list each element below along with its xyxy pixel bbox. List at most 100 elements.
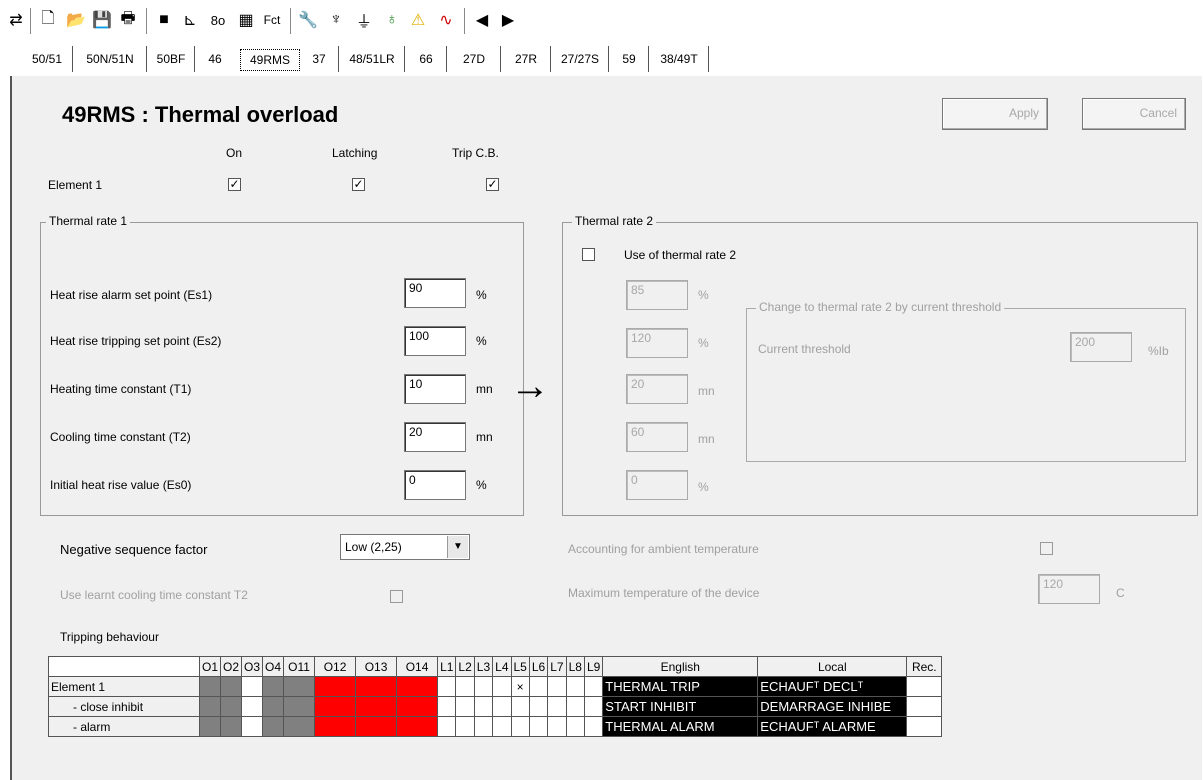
- learnt-t2-checkbox[interactable]: [390, 590, 403, 603]
- cell[interactable]: [510, 696, 530, 717]
- cell[interactable]: [283, 676, 316, 697]
- waveform-icon[interactable]: ∿: [434, 8, 458, 32]
- fct-icon[interactable]: Fct: [260, 8, 284, 32]
- cell[interactable]: [492, 716, 512, 737]
- rate2-es1-input[interactable]: 85: [626, 280, 688, 310]
- tab-46[interactable]: 46: [196, 46, 234, 72]
- curve-icon[interactable]: ⊾: [178, 8, 202, 32]
- cell[interactable]: [355, 696, 398, 717]
- cell[interactable]: [492, 696, 512, 717]
- cell[interactable]: [473, 676, 494, 697]
- print-icon[interactable]: 🖶: [116, 8, 140, 32]
- tab-50bf[interactable]: 50BF: [148, 46, 195, 72]
- cell[interactable]: [262, 676, 285, 697]
- rate2-t1-input[interactable]: 20: [626, 374, 688, 404]
- tab-49rms[interactable]: 49RMS: [240, 49, 300, 71]
- cell[interactable]: [437, 676, 457, 697]
- cell[interactable]: [565, 696, 585, 717]
- cell[interactable]: [220, 676, 243, 697]
- cell[interactable]: [473, 716, 494, 737]
- apply-button[interactable]: Apply: [942, 98, 1048, 130]
- cell[interactable]: [492, 676, 512, 697]
- rate2-t2-input[interactable]: 60: [626, 422, 688, 452]
- cell[interactable]: [198, 696, 222, 717]
- cell[interactable]: [455, 696, 475, 717]
- cell[interactable]: [473, 696, 494, 717]
- tab-27d[interactable]: 27D: [448, 46, 501, 72]
- cell[interactable]: [455, 716, 475, 737]
- cell[interactable]: [355, 676, 398, 697]
- cell[interactable]: [455, 676, 475, 697]
- cell[interactable]: [241, 696, 264, 717]
- local-message[interactable]: ECHAUFᵀ DECLᵀ: [757, 676, 908, 697]
- matrix-icon[interactable]: ▦: [234, 8, 258, 32]
- cell[interactable]: [283, 716, 316, 737]
- english-message[interactable]: START INHIBIT: [602, 696, 759, 717]
- local-message[interactable]: ECHAUFᵀ ALARME: [757, 716, 908, 737]
- cell[interactable]: [262, 696, 285, 717]
- tab-37[interactable]: 37: [300, 46, 339, 72]
- next-icon[interactable]: ▶: [496, 8, 520, 32]
- cell[interactable]: [396, 696, 439, 717]
- trip-cb-checkbox[interactable]: ✓: [486, 178, 499, 191]
- rec-cell[interactable]: [906, 676, 943, 697]
- cell[interactable]: [437, 696, 457, 717]
- cell[interactable]: [437, 716, 457, 737]
- cell-l5[interactable]: ×: [510, 676, 530, 697]
- cell[interactable]: [241, 716, 264, 737]
- cell[interactable]: [198, 716, 222, 737]
- english-message[interactable]: THERMAL TRIP: [602, 676, 759, 697]
- english-message[interactable]: THERMAL ALARM: [602, 716, 759, 737]
- cell[interactable]: [547, 696, 567, 717]
- cell[interactable]: [262, 716, 285, 737]
- cell[interactable]: [528, 696, 549, 717]
- tab-50n-51n[interactable]: 50N/51N: [74, 46, 147, 72]
- tab-50-51[interactable]: 50/51: [22, 46, 73, 72]
- cell[interactable]: [314, 716, 357, 737]
- cell[interactable]: [396, 716, 439, 737]
- t2-input[interactable]: 20: [404, 422, 466, 452]
- cell[interactable]: [528, 716, 549, 737]
- stethoscope-icon[interactable]: ♁: [380, 8, 404, 32]
- use-rate-2-checkbox[interactable]: [582, 248, 595, 261]
- cell[interactable]: [220, 696, 243, 717]
- rec-cell[interactable]: [906, 696, 943, 717]
- open-folder-icon[interactable]: 📂: [64, 8, 88, 32]
- cell[interactable]: [565, 716, 585, 737]
- tower-icon[interactable]: ♆: [324, 8, 348, 32]
- cell[interactable]: [583, 716, 604, 737]
- cell[interactable]: [198, 676, 222, 697]
- logic-icon[interactable]: 8o: [206, 8, 230, 32]
- cell[interactable]: [583, 676, 604, 697]
- cell[interactable]: [314, 696, 357, 717]
- latching-checkbox[interactable]: ✓: [352, 178, 365, 191]
- wrench-icon[interactable]: 🔧: [296, 8, 320, 32]
- cell[interactable]: [583, 696, 604, 717]
- network-icon[interactable]: ⏚: [352, 8, 376, 32]
- cell[interactable]: [547, 716, 567, 737]
- ambient-checkbox[interactable]: [1040, 542, 1053, 555]
- tab-59[interactable]: 59: [610, 46, 649, 72]
- cell[interactable]: [396, 676, 439, 697]
- cell[interactable]: [565, 676, 585, 697]
- es0-input[interactable]: 0: [404, 470, 466, 500]
- tab-27-27s[interactable]: 27/27S: [552, 46, 609, 72]
- local-message[interactable]: DEMARRAGE INHIBE: [757, 696, 908, 717]
- cell[interactable]: [547, 676, 567, 697]
- rate2-es0-input[interactable]: 0: [626, 470, 688, 500]
- new-file-icon[interactable]: 🗋: [36, 8, 60, 32]
- es2-input[interactable]: 100: [404, 326, 466, 356]
- disk-icon[interactable]: ■: [152, 8, 176, 32]
- es1-input[interactable]: 90: [404, 278, 466, 308]
- neg-seq-select[interactable]: Low (2,25) ▼: [340, 534, 470, 560]
- warning-icon[interactable]: ⚠: [406, 8, 430, 32]
- cell[interactable]: [220, 716, 243, 737]
- tab-38-49t[interactable]: 38/49T: [650, 46, 709, 72]
- cancel-button[interactable]: Cancel: [1082, 98, 1186, 130]
- cell[interactable]: [528, 676, 549, 697]
- tab-27r[interactable]: 27R: [502, 46, 551, 72]
- chevron-down-icon[interactable]: ▼: [447, 536, 468, 558]
- cell[interactable]: [355, 716, 398, 737]
- threshold-input[interactable]: 200: [1070, 332, 1132, 362]
- prev-icon[interactable]: ◀: [470, 8, 494, 32]
